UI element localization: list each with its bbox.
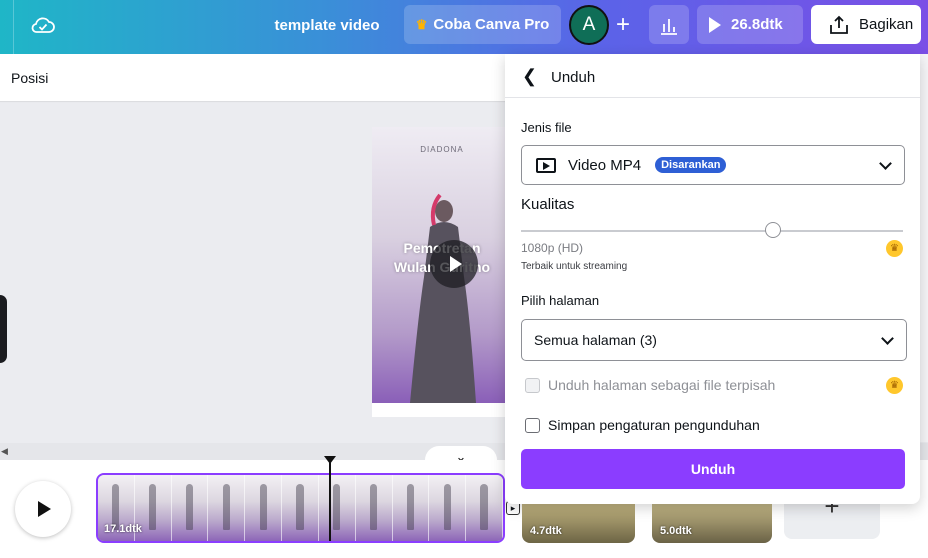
save-settings-label: Simpan pengaturan pengunduhan [548,417,760,433]
playhead-knob-icon[interactable] [323,455,337,465]
play-duration-label: 26.8dtk [731,16,783,33]
clip-frame [245,475,283,541]
clip-duration: 4.7dtk [530,525,562,537]
file-type-label: Jenis file [521,120,572,135]
clip-frame [429,475,467,541]
quality-note: Terbaik untuk streaming [521,261,628,272]
add-collaborator-icon[interactable]: + [608,9,638,41]
scroll-left-icon[interactable]: ◀ [1,446,8,457]
try-pro-label: Coba Canva Pro [433,16,550,33]
separate-files-label: Unduh halaman sebagai file terpisah [548,377,776,393]
top-bar: template video ♛ Coba Canva Pro A + 26.8… [0,0,928,54]
quality-label: Kualitas [521,196,575,213]
clip-frames [98,475,503,541]
play-icon [450,256,462,272]
side-panel-handle[interactable] [0,295,7,363]
recommended-badge: Disarankan [655,157,727,173]
chevron-down-icon [879,157,892,170]
download-panel: ❮ Unduh Jenis file Video MP4 Disarankan … [505,54,920,504]
clip-duration: 5.0dtk [660,525,692,537]
pages-label: Pilih halaman [521,293,600,308]
quality-slider-thumb[interactable] [765,222,782,238]
timeline-play-button[interactable] [15,481,71,537]
clip-duration: 17.1dtk [104,523,142,535]
position-button[interactable]: Posisi [11,70,48,86]
chevron-down-icon [881,332,894,345]
share-upload-icon [830,15,848,34]
vertical-scrollbar[interactable] [920,54,928,442]
share-label: Bagikan [859,16,914,33]
pages-value: Semua halaman (3) [534,332,657,348]
divider [13,0,14,54]
model-photo [410,193,476,403]
cloud-saved-icon[interactable] [30,13,56,39]
clip-frame [208,475,246,541]
document-title[interactable]: template video [262,17,392,34]
page-bottom-edge [372,403,512,417]
timeline-clip-1[interactable]: 17.1dtk [96,473,505,543]
insights-button[interactable] [649,5,689,44]
pro-crown-icon: ♛ [886,377,903,394]
quality-value: 1080p (HD) [521,241,584,255]
download-button[interactable]: Unduh [521,449,905,489]
page-brand-text: DIADONA [420,145,464,154]
clip-frame [466,475,503,541]
play-icon [709,16,721,33]
avatar[interactable]: A [569,5,609,45]
play-icon [38,501,51,517]
playhead[interactable] [329,457,331,541]
file-type-select[interactable]: Video MP4 Disarankan [521,145,905,185]
clip-frame [318,475,356,541]
file-type-value: Video MP4 [568,156,642,174]
pages-select[interactable]: Semua halaman (3) [521,319,907,361]
clip-frame [171,475,209,541]
save-settings-option[interactable]: Simpan pengaturan pengunduhan [525,417,760,433]
separate-files-option[interactable]: Unduh halaman sebagai file terpisah [525,377,775,393]
page-play-button[interactable] [430,240,478,288]
download-panel-header: ❮ Unduh [505,54,920,98]
share-button[interactable]: Bagikan [811,5,921,44]
clip-frame [355,475,393,541]
bar-chart-icon [661,19,677,35]
back-arrow-icon[interactable]: ❮ [522,66,537,87]
clip-frame [282,475,319,541]
quality-slider-track[interactable] [521,230,903,232]
crown-icon: ♛ [415,16,428,32]
pro-crown-icon: ♛ [886,240,903,257]
clip-frame [392,475,430,541]
separate-files-checkbox[interactable] [525,377,540,393]
save-settings-checkbox[interactable] [525,417,540,433]
video-file-icon [536,157,556,173]
present-play-button[interactable]: 26.8dtk [697,5,803,44]
try-pro-button[interactable]: ♛ Coba Canva Pro [404,5,561,44]
download-panel-title: Unduh [551,69,596,86]
